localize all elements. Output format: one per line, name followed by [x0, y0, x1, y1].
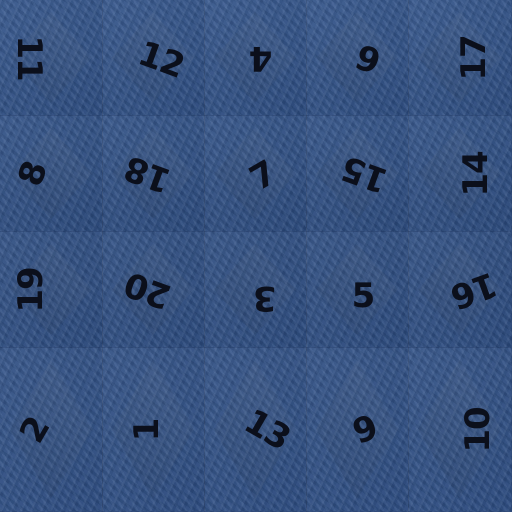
tile-number: 18: [119, 146, 177, 201]
tile-17[interactable]: 17: [408, 0, 512, 116]
tile-2[interactable]: 2: [0, 348, 103, 512]
tile-18[interactable]: 18: [102, 116, 205, 232]
tile-number: 5: [351, 275, 376, 316]
tile-number: 4: [249, 37, 273, 78]
tile-number: 2: [12, 409, 58, 450]
dart-number-board: 11 12 4 6 17 8 18 7 15 14 19 20 3 5 16 2…: [0, 0, 512, 512]
tile-9[interactable]: 9: [306, 348, 409, 512]
tile-number: 15: [336, 146, 394, 201]
tile-number: 3: [253, 277, 277, 318]
tile-4[interactable]: 4: [204, 0, 307, 116]
tile-number: 7: [243, 152, 283, 199]
tile-number: 9: [347, 406, 383, 453]
tile-15[interactable]: 15: [306, 116, 409, 232]
tile-number: 11: [9, 34, 49, 81]
tile-number: 20: [119, 262, 177, 317]
tile-20[interactable]: 20: [102, 232, 205, 348]
tile-number: 17: [453, 34, 494, 81]
tile-11[interactable]: 11: [0, 0, 103, 116]
tile-number: 16: [445, 262, 502, 317]
tile-6[interactable]: 6: [306, 0, 409, 116]
tile-5[interactable]: 5: [306, 232, 409, 348]
tile-8[interactable]: 8: [0, 116, 103, 232]
tile-number: 1: [127, 418, 167, 441]
tile-number: 12: [132, 32, 190, 87]
tile-12[interactable]: 12: [102, 0, 205, 116]
tile-number: 6: [351, 34, 387, 81]
tile-number: 13: [237, 400, 297, 459]
tile-number: 19: [11, 266, 51, 313]
tile-number: 8: [10, 156, 56, 191]
tile-14[interactable]: 14: [408, 116, 512, 232]
tile-3[interactable]: 3: [204, 232, 307, 348]
tile-7[interactable]: 7: [204, 116, 307, 232]
tile-16[interactable]: 16: [408, 232, 512, 348]
tile-1[interactable]: 1: [102, 348, 205, 512]
tile-13[interactable]: 13: [204, 348, 307, 512]
tile-number: 10: [457, 406, 498, 453]
tile-19[interactable]: 19: [0, 232, 103, 348]
tile-number: 14: [455, 150, 496, 197]
tile-10[interactable]: 10: [408, 348, 512, 512]
